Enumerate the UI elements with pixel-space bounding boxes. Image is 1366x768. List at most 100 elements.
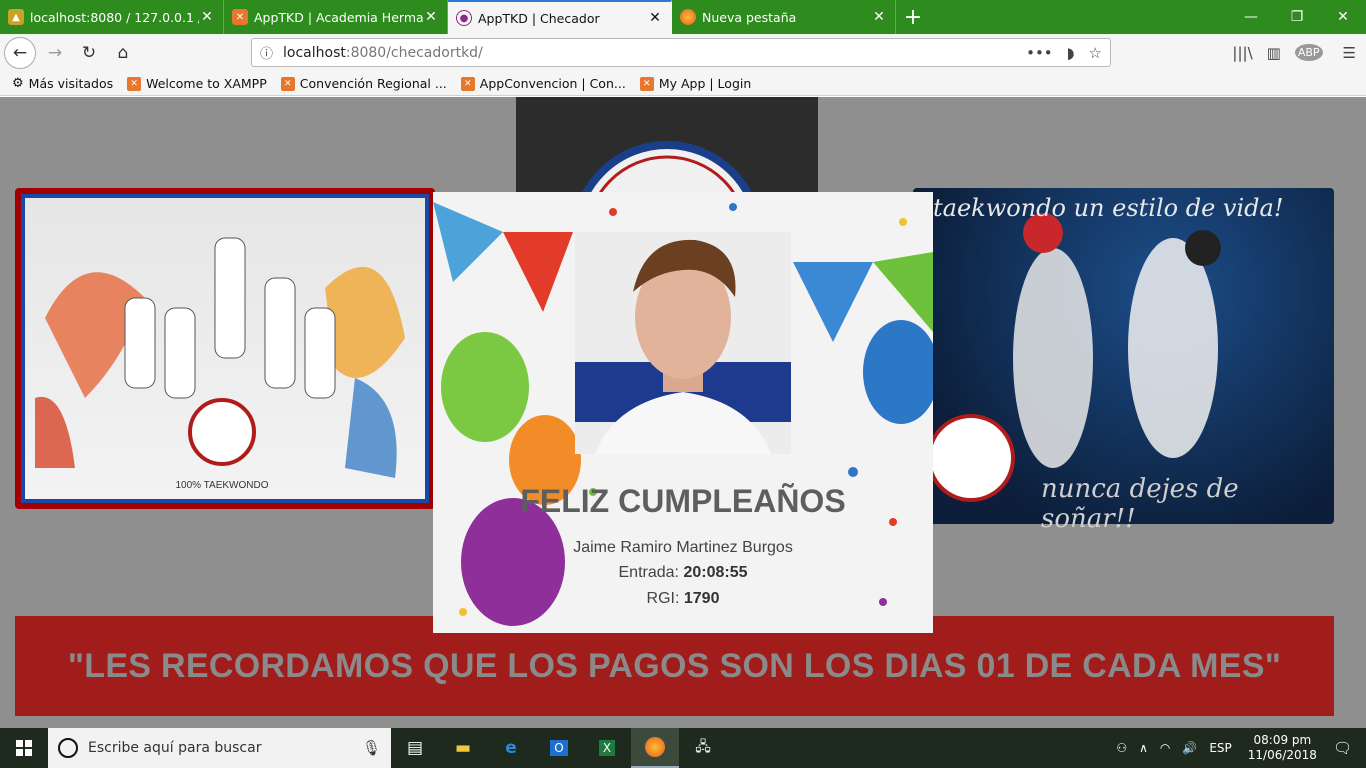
- language-indicator[interactable]: ESP: [1209, 741, 1231, 755]
- tab-nueva[interactable]: Nueva pestaña ✕: [672, 0, 896, 34]
- tab-strip: ▲ localhost:8080 / 127.0.0.1 / app ✕ ✕ A…: [0, 0, 1366, 34]
- tab-title: AppTKD | Academia Hermanos: [254, 9, 423, 25]
- xampp-icon: ✕: [232, 9, 248, 25]
- member-portrait-image: [575, 232, 791, 454]
- rgi-row: RGI: 1790: [433, 590, 933, 608]
- reload-button[interactable]: ↻: [74, 38, 104, 68]
- right-promo-image: taekwondo un estilo de vida! nunca dejes…: [913, 188, 1334, 534]
- library-icon[interactable]: |||\: [1232, 44, 1252, 62]
- clock-date: 11/06/2018: [1247, 748, 1317, 762]
- nav-bar: ← → ↻ ⌂ ⓘ localhost :8080/checadortkd/ •…: [0, 34, 1366, 72]
- tab-title: Nueva pestaña: [702, 9, 797, 25]
- sidebar-icon[interactable]: ▥: [1267, 44, 1281, 62]
- close-tab-icon[interactable]: ✕: [199, 9, 215, 25]
- academy-logo-panel: [516, 97, 818, 333]
- url-path: :8080/checadortkd/: [345, 44, 483, 61]
- people-icon[interactable]: ⚇: [1116, 741, 1127, 755]
- minimize-icon[interactable]: —: [1228, 0, 1274, 34]
- gear-icon: ⚙: [12, 76, 24, 91]
- tab-academia[interactable]: ✕ AppTKD | Academia Hermanos ✕: [224, 0, 448, 34]
- bookmark-myapp[interactable]: ✕ My App | Login: [639, 76, 752, 91]
- close-tab-icon[interactable]: ✕: [647, 10, 663, 26]
- menu-icon[interactable]: ☰: [1343, 44, 1356, 62]
- bookmark-label: Convención Regional ...: [299, 76, 447, 91]
- bookmark-star-icon[interactable]: ☆: [1089, 44, 1102, 62]
- page-content: 100% TAEKWONDO taekwondo un estilo de vi…: [0, 97, 1366, 728]
- member-photo: [575, 232, 791, 454]
- rgi-label: RGI:: [646, 590, 680, 607]
- pocket-icon[interactable]: ◗: [1067, 44, 1075, 62]
- birthday-title: FELIZ CUMPLEAÑOS: [520, 483, 846, 519]
- xampp-icon: ✕: [127, 76, 142, 91]
- left-footer-text: 100% TAEKWONDO: [176, 480, 269, 491]
- tab-title: localhost:8080 / 127.0.0.1 / app: [30, 9, 199, 25]
- entry-label: Entrada:: [618, 564, 679, 581]
- task-view-icon[interactable]: ▤: [391, 728, 439, 768]
- slogan-bottom: nunca dejes de soñar!!: [1041, 474, 1239, 534]
- xampp-icon: ✕: [639, 76, 654, 91]
- adblock-icon[interactable]: ABP: [1294, 44, 1323, 61]
- home-button[interactable]: ⌂: [108, 38, 138, 68]
- url-bar[interactable]: ⓘ localhost :8080/checadortkd/ ••• ◗ ☆: [251, 38, 1111, 67]
- academy-seal-icon: [571, 141, 763, 333]
- bookmark-label: Welcome to XAMPP: [146, 76, 267, 91]
- tab-title: AppTKD | Checador: [478, 10, 600, 26]
- windows-logo-icon: [16, 740, 32, 756]
- entry-time: 20:08:55: [683, 564, 748, 581]
- forward-button[interactable]: →: [40, 38, 70, 68]
- firefox-icon: [680, 9, 696, 25]
- bookmark-label: Más visitados: [28, 76, 114, 91]
- start-button[interactable]: [0, 728, 48, 768]
- action-center-icon[interactable]: 🗨: [1333, 739, 1352, 757]
- xampp-icon: ✕: [280, 76, 295, 91]
- member-name: Jaime Ramiro Martinez Burgos: [573, 539, 793, 556]
- birthday-card: FELIZ CUMPLEAÑOS Jaime Ramiro Martinez B…: [433, 192, 933, 633]
- bookmark-label: My App | Login: [658, 76, 752, 91]
- tab-checador[interactable]: ● AppTKD | Checador ✕: [448, 0, 672, 34]
- clock[interactable]: 08:09 pm 11/06/2018: [1248, 733, 1317, 763]
- site-info-icon[interactable]: ⓘ: [260, 43, 273, 62]
- bookmark-xampp[interactable]: ✕ Welcome to XAMPP: [127, 76, 267, 91]
- search-placeholder: Escribe aquí para buscar: [88, 740, 262, 756]
- close-tab-icon[interactable]: ✕: [423, 9, 439, 25]
- show-hidden-icon[interactable]: ∧: [1139, 741, 1148, 755]
- taekwondo-logo-icon: ●: [456, 10, 472, 26]
- tab-phpmyadmin[interactable]: ▲ localhost:8080 / 127.0.0.1 / app ✕: [0, 0, 224, 34]
- system-tray: ⚇ ∧ ◠ 🔊 ESP 08:09 pm 11/06/2018 🗨: [1110, 728, 1366, 768]
- toolbar-right: |||\ ▥ ABP ☰: [1232, 38, 1356, 67]
- rgi-value: 1790: [683, 590, 720, 607]
- windows-taskbar: Escribe aquí para buscar 🎙 ▤ ▬ e O X 🖧 ⚇…: [0, 728, 1366, 768]
- page-actions-icon[interactable]: •••: [1026, 44, 1053, 62]
- network-app-icon[interactable]: 🖧: [679, 728, 727, 768]
- wifi-icon[interactable]: ◠: [1160, 741, 1170, 755]
- restore-icon[interactable]: ❐: [1274, 0, 1320, 34]
- bookmarks-bar: ⚙ Más visitados ✕ Welcome to XAMPP ✕ Conven…: [0, 72, 1366, 96]
- clock-time: 08:09 pm: [1253, 733, 1312, 747]
- bookmark-label: AppConvencion | Con...: [479, 76, 626, 91]
- volume-icon[interactable]: 🔊: [1182, 741, 1197, 755]
- excel-icon[interactable]: X: [583, 728, 631, 768]
- close-window-icon[interactable]: ✕: [1320, 0, 1366, 34]
- xampp-icon: ✕: [460, 76, 475, 91]
- new-tab-button[interactable]: +: [896, 0, 930, 34]
- window-controls: — ❐ ✕: [1228, 0, 1366, 34]
- taekwondo-fighters-image: 100% TAEKWONDO: [35, 237, 405, 491]
- firefox-taskbar-icon[interactable]: [631, 728, 679, 768]
- bookmark-convencion[interactable]: ✕ Convención Regional ...: [280, 76, 447, 91]
- entry-time-row: Entrada: 20:08:55: [433, 564, 933, 582]
- outlook-icon[interactable]: O: [535, 728, 583, 768]
- left-promo-image: 100% TAEKWONDO: [15, 188, 435, 509]
- microphone-icon[interactable]: 🎙: [362, 739, 381, 757]
- taskbar-search[interactable]: Escribe aquí para buscar 🎙: [48, 728, 391, 768]
- phpmyadmin-icon: ▲: [8, 9, 24, 25]
- cortana-icon: [58, 738, 78, 758]
- back-button[interactable]: ←: [4, 37, 36, 69]
- bookmark-mas-visitados[interactable]: ⚙ Más visitados: [12, 76, 113, 91]
- url-host: localhost: [283, 44, 346, 61]
- payment-reminder-text: "LES RECORDAMOS QUE LOS PAGOS SON LOS DI…: [67, 646, 1282, 685]
- close-tab-icon[interactable]: ✕: [871, 9, 887, 25]
- bookmark-appconvencion[interactable]: ✕ AppConvencion | Con...: [460, 76, 626, 91]
- edge-icon[interactable]: e: [487, 728, 535, 768]
- file-explorer-icon[interactable]: ▬: [439, 728, 487, 768]
- slogan-top: taekwondo un estilo de vida!: [933, 194, 1284, 222]
